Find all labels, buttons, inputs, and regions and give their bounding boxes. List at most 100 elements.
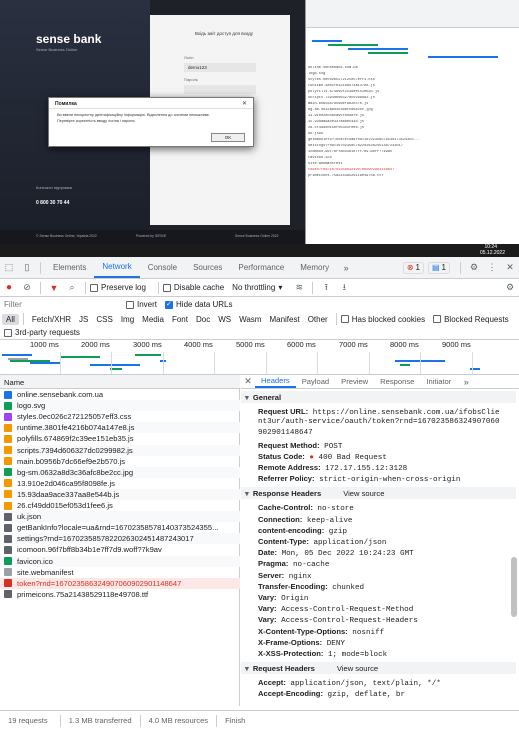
detail-tab-preview[interactable]: Preview [335,375,374,388]
request-row[interactable]: logo.svg [0,400,240,412]
password-input[interactable] [184,85,256,94]
detail-tab-initiator[interactable]: Initiator [420,375,457,388]
filter-type-font[interactable]: Font [168,314,192,325]
filter-type-js[interactable]: JS [75,314,92,325]
error-count-badge[interactable]: ⊗ 1 [402,261,424,274]
filter-type-media[interactable]: Media [138,314,168,325]
request-row[interactable]: 26.cf49dd015ef053d1fee6.js [0,500,240,511]
view-source-link[interactable]: View source [343,489,384,498]
dialog-ok-button[interactable]: OK [211,133,245,142]
request-row[interactable]: 13.910e2d046ca95f8098fe.js [0,478,240,489]
close-devtools-icon[interactable]: ✕ [503,261,517,275]
tab-sources[interactable]: Sources [185,257,230,278]
filter-type-ws[interactable]: WS [214,314,235,325]
detail-tab-response[interactable]: Response [374,375,420,388]
more-tabs-icon[interactable]: » [339,261,353,275]
close-detail-icon[interactable]: ✕ [243,375,253,389]
filter-type-img[interactable]: Img [117,314,138,325]
filter-type-other[interactable]: Other [304,314,332,325]
request-headers-section[interactable]: ▾ Request Headers View source [241,662,516,675]
filter-type-all[interactable]: All [2,313,19,325]
request-row[interactable]: scripts.7394d606327dc0299982.js [0,444,240,456]
tab-elements[interactable]: Elements [45,257,94,278]
login-input[interactable]: demo123 [184,63,256,72]
thumbnail-request-list: online.sensebank.com.ua logo.svg styles.0e… [306,66,519,236]
preserve-log-checkbox[interactable]: Preserve log [90,283,146,292]
tab-console[interactable]: Console [140,257,185,278]
request-name: token?rnd=16702358632490706090290114864​… [17,578,182,588]
timeline-tick: 3000 ms [133,340,162,349]
detail-tab-payload[interactable]: Payload [296,375,335,388]
request-row[interactable]: getBankInfo?locale=ua&rnd=16702358578140… [0,522,240,533]
request-row[interactable]: polyfills.674869f2c39ee151eb35.js [0,433,240,444]
throttling-select[interactable]: No throttling ▾ [232,283,282,292]
filter-type-fetch-xhr[interactable]: Fetch/XHR [28,314,75,325]
settings-gear-icon[interactable]: ⚙ [467,261,481,275]
hide-data-urls-checkbox[interactable]: Hide data URLs [165,300,233,309]
header-key: Server: [258,570,285,580]
response-headers-section[interactable]: ▾ Response Headers View source [241,487,516,500]
font-file-icon [4,590,12,599]
import-icon[interactable]: ⭱ [319,281,333,295]
disable-cache-checkbox[interactable]: Disable cache [162,283,224,292]
request-row[interactable]: site.webmanifest [0,567,240,578]
js-file-icon [4,446,12,455]
request-row[interactable]: bg-sm.0632a8d3c36afc8be2cc.jpg [0,466,240,478]
more-options-icon[interactable]: ⋮ [485,261,499,275]
request-row[interactable]: settings?rnd=167023585782202630245148724… [0,533,240,545]
tab-network[interactable]: Network [94,257,140,278]
filter-type-manifest[interactable]: Manifest [265,314,303,325]
search-icon[interactable]: ⌕ [65,281,79,295]
header-value: Access-Control-Request-Method [281,606,414,615]
has-blocked-cookies-checkbox[interactable]: Has blocked cookies [340,315,425,324]
view-source-link[interactable]: View source [337,664,378,673]
name-column-header[interactable]: Name [0,375,240,389]
header-value: Origin [281,595,309,603]
thumbnail-request-row: getBankInfo?locale=ua&rnd=16702358578140… [308,138,421,142]
request-name: primeicons.75a21438529118e49708.ttf [17,589,149,599]
record-icon[interactable]: ● [2,281,16,295]
request-name: polyfills.674869f2c39ee151eb35.js [17,434,134,444]
inspect-icon[interactable]: ⬚ [2,261,16,275]
message-count: 1 [441,263,446,272]
request-row[interactable]: uk.json [0,511,240,523]
filter-type-doc[interactable]: Doc [192,314,214,325]
request-row[interactable]: 15.93daa9ace337aa8e544b.js [0,488,240,500]
details-scrollbar[interactable] [511,557,517,617]
request-row[interactable]: token?rnd=16702358632490706090290114864​… [0,577,240,589]
filter-input[interactable] [4,299,126,310]
network-settings-icon[interactable]: ⚙ [503,281,517,295]
request-row[interactable]: primeicons.75a21438529118e49708.ttf [0,589,240,600]
export-icon[interactable]: ⭳ [337,281,351,295]
request-row[interactable]: online.sensebank.com.ua [0,389,240,400]
filter-type-css[interactable]: CSS [92,314,116,325]
tab-memory[interactable]: Memory [292,257,337,278]
detail-tab-headers[interactable]: Headers [255,375,296,388]
third-party-checkbox[interactable]: 3rd-party requests [4,328,80,337]
clear-icon[interactable]: ⊘ [20,281,34,295]
request-row[interactable]: main.b0956b7dc66ef9e2b570.js [0,456,240,467]
thumbnail-waterfall [312,40,498,58]
close-icon[interactable]: ✕ [242,100,247,107]
tab-performance[interactable]: Performance [230,257,292,278]
general-section[interactable]: ▾ General [241,391,516,403]
more-detail-tabs-icon[interactable]: » [459,375,473,389]
invert-checkbox[interactable]: Invert [126,300,157,309]
header-value: 1; mode=block [327,651,388,659]
request-row[interactable]: runtime.3801fe4216b074a147e8.js [0,422,240,434]
network-conditions-icon[interactable]: ≋ [292,281,306,295]
filter-icon[interactable]: ▼ [47,281,61,295]
dialog-title: Помилка [55,101,77,107]
header-key: Vary: [258,615,277,625]
status-error-dot-icon: ● [309,453,319,462]
bank-subtitle: Sense Business Online [36,47,78,52]
request-row[interactable]: icomoon.96f7bff8b34b1e7ff7d9.woff?7k9av [0,544,240,555]
filter-type-wasm[interactable]: Wasm [235,314,265,325]
device-toolbar-icon[interactable]: ▯ [20,261,34,275]
request-row[interactable]: styles.0ec026c272125057eff3.css [0,411,240,422]
timeline-bar [8,358,28,360]
blocked-requests-checkbox[interactable]: Blocked Requests [433,315,509,324]
request-row[interactable]: favicon.ico [0,555,240,567]
timeline-overview[interactable]: 1000 ms 2000 ms 3000 ms 4000 ms 5000 ms 6000 … [0,340,519,375]
message-count-badge[interactable]: ▤ 1 [427,261,450,274]
